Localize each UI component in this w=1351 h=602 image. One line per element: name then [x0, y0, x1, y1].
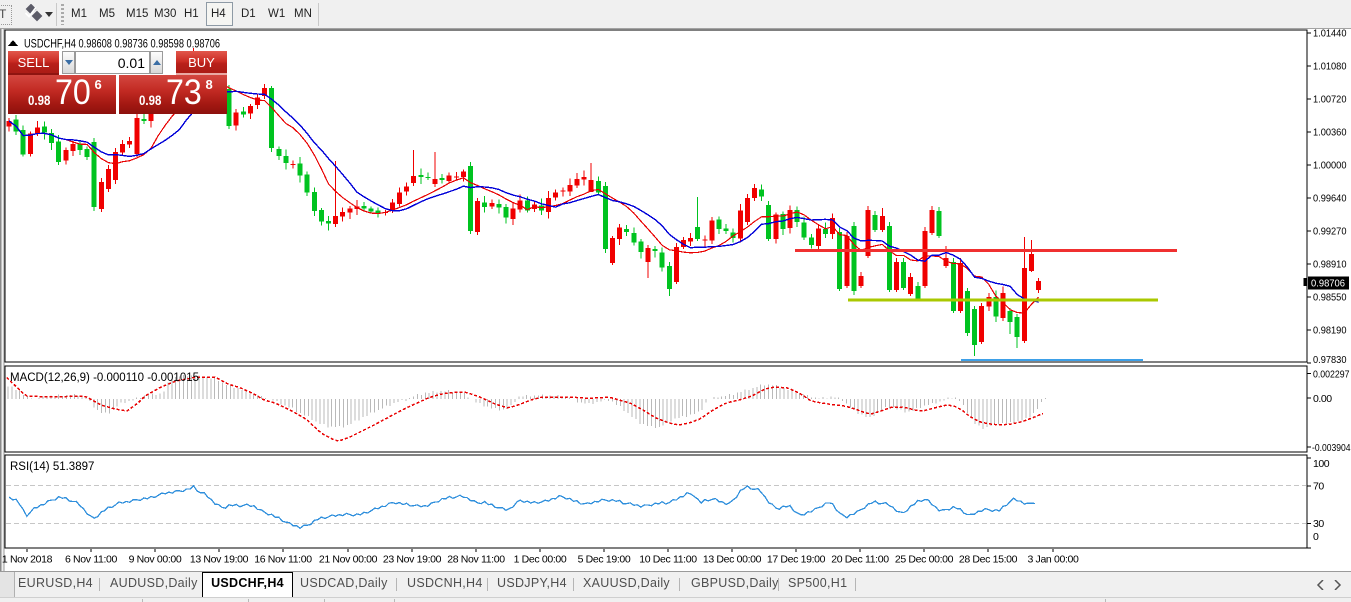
- svg-text:1.00720: 1.00720: [1313, 94, 1347, 106]
- svg-text:RSI(14) 51.3897: RSI(14) 51.3897: [10, 461, 94, 473]
- svg-text:28 Nov 11:00: 28 Nov 11:00: [447, 554, 505, 566]
- svg-text:1.01440: 1.01440: [1313, 28, 1347, 40]
- svg-text:0: 0: [1313, 531, 1319, 543]
- svg-text:-0.003904: -0.003904: [1312, 442, 1351, 454]
- svg-text:16 Nov 11:00: 16 Nov 11:00: [254, 554, 312, 566]
- svg-text:20 Dec 11:00: 20 Dec 11:00: [831, 554, 889, 566]
- svg-text:0.98706: 0.98706: [1311, 278, 1345, 290]
- svg-text:1.00360: 1.00360: [1313, 127, 1347, 139]
- svg-text:21 Nov 00:00: 21 Nov 00:00: [319, 554, 378, 566]
- svg-text:5 Dec 19:00: 5 Dec 19:00: [578, 554, 631, 566]
- svg-text:0.98190: 0.98190: [1313, 325, 1347, 337]
- svg-text:1 Dec 00:00: 1 Dec 00:00: [514, 554, 567, 566]
- svg-text:30: 30: [1313, 518, 1324, 530]
- svg-text:70: 70: [1313, 481, 1324, 493]
- svg-text:28 Dec 15:00: 28 Dec 15:00: [959, 554, 1018, 566]
- svg-text:0.99270: 0.99270: [1313, 226, 1347, 238]
- svg-text:MACD(12,26,9) -0.000110 -0.001: MACD(12,26,9) -0.000110 -0.001015: [10, 372, 199, 384]
- svg-text:1.01080: 1.01080: [1313, 61, 1347, 73]
- svg-text:1 Nov 2018: 1 Nov 2018: [2, 554, 53, 566]
- svg-text:25 Dec 00:00: 25 Dec 00:00: [895, 554, 954, 566]
- svg-text:17 Dec 19:00: 17 Dec 19:00: [767, 554, 826, 566]
- svg-text:13 Nov 19:00: 13 Nov 19:00: [190, 554, 249, 566]
- svg-text:9 Nov 00:00: 9 Nov 00:00: [129, 554, 182, 566]
- svg-text:USDCHF,H4 0.98608 0.98736 0.9: USDCHF,H4 0.98608 0.98736 0.98598 0.9870…: [24, 39, 220, 51]
- svg-text:0.99640: 0.99640: [1313, 193, 1347, 205]
- svg-text:6 Nov 11:00: 6 Nov 11:00: [65, 554, 118, 566]
- svg-text:10 Dec 11:00: 10 Dec 11:00: [639, 554, 697, 566]
- svg-text:0.97830: 0.97830: [1313, 354, 1347, 366]
- svg-text:0.98550: 0.98550: [1313, 292, 1347, 304]
- svg-text:13 Dec 00:00: 13 Dec 00:00: [703, 554, 762, 566]
- svg-text:100: 100: [1313, 458, 1330, 470]
- svg-text:0.002297: 0.002297: [1313, 369, 1350, 381]
- svg-text:0.00: 0.00: [1313, 393, 1332, 405]
- svg-text:1.00000: 1.00000: [1313, 160, 1347, 172]
- svg-text:0.98910: 0.98910: [1313, 259, 1347, 271]
- svg-text:23 Nov 19:00: 23 Nov 19:00: [383, 554, 442, 566]
- svg-text:3 Jan 00:00: 3 Jan 00:00: [1027, 554, 1079, 566]
